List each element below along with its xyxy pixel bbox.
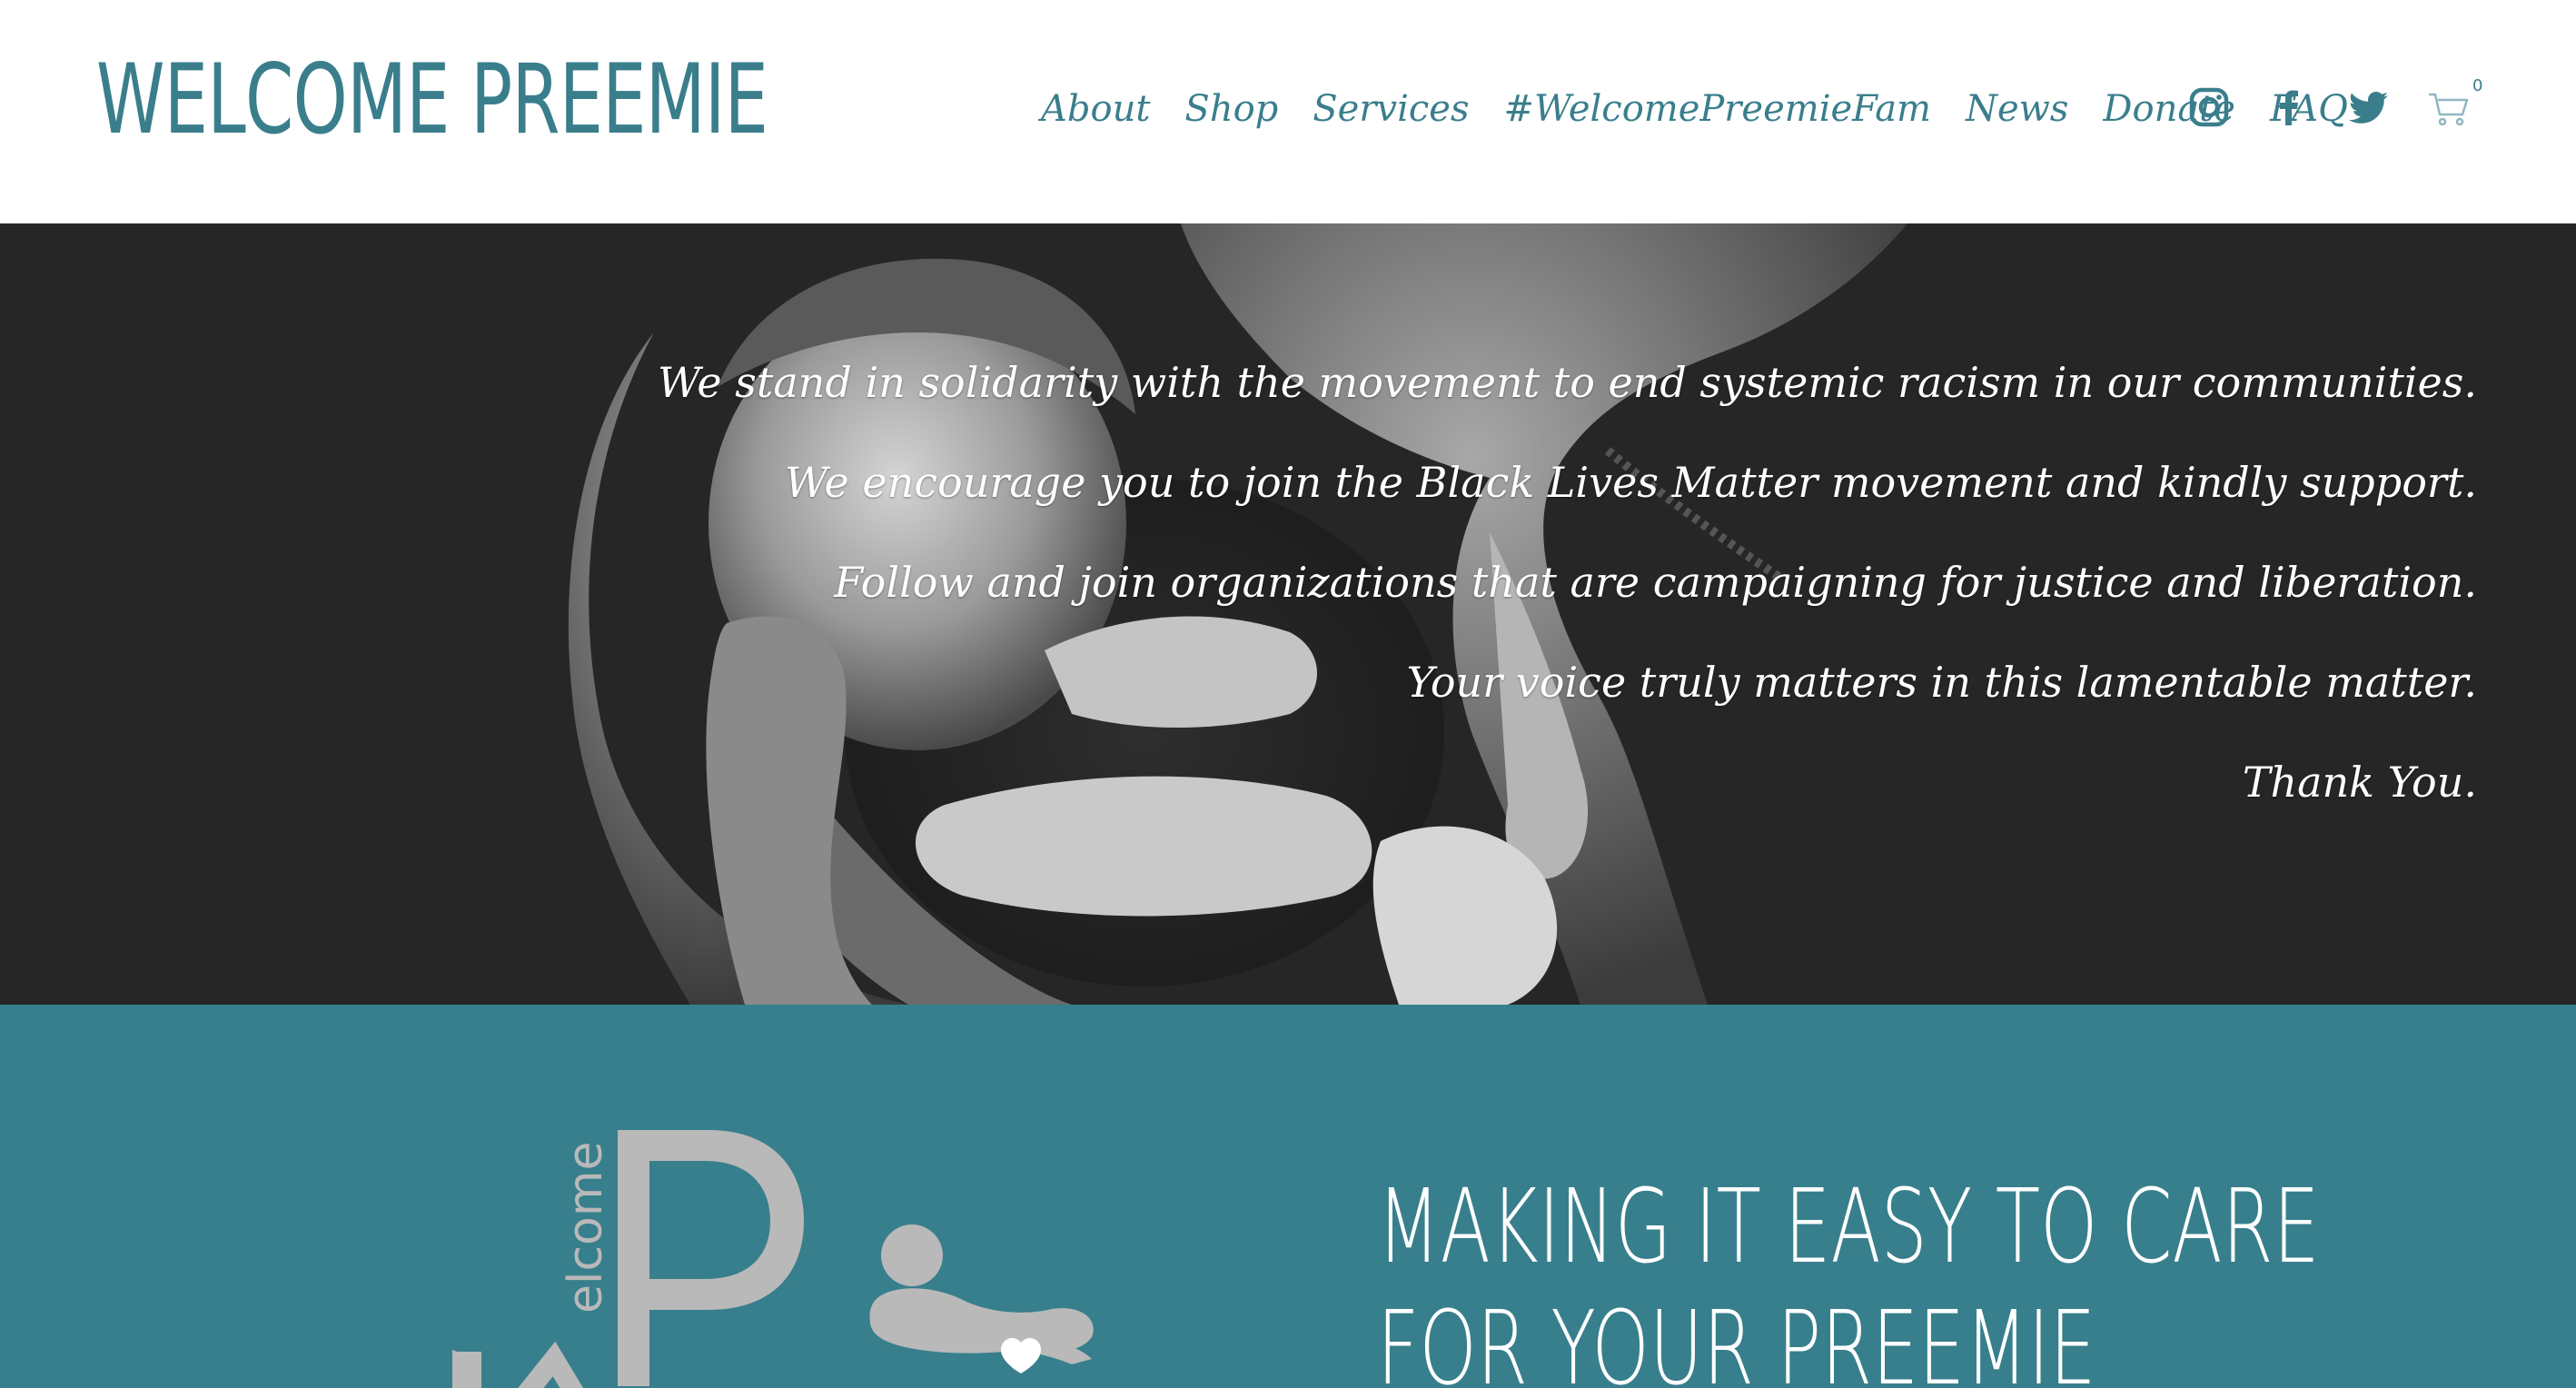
nav-about[interactable]: About: [1041, 88, 1150, 130]
hero-statement: We stand in solidarity with the movement…: [658, 332, 2477, 832]
cart-icon[interactable]: [2427, 85, 2471, 129]
tagline-line-2: FOR YOUR PREEMIE: [1377, 1290, 2096, 1388]
nav-services[interactable]: Services: [1313, 88, 1469, 130]
hero-line-2: We encourage you to join the Black Lives…: [785, 458, 2477, 507]
section-tagline: MAKING IT EASY TO CARE FOR YOUR PREEMIE: [1377, 1166, 2320, 1388]
social-icons: [2187, 85, 2471, 129]
nav-news[interactable]: News: [1966, 88, 2068, 130]
tagline-line-1: MAKING IT EASY TO CARE: [1377, 1168, 2320, 1286]
intro-section: elcome MAKING IT EASY TO CARE FOR YOUR P…: [0, 1005, 2576, 1388]
twitter-icon[interactable]: [2347, 85, 2391, 129]
nav-shop[interactable]: Shop: [1184, 88, 1278, 130]
instagram-icon[interactable]: [2187, 85, 2231, 129]
logo-mark-elcome: elcome: [559, 1142, 613, 1314]
cart-count-badge: 0: [2472, 76, 2483, 95]
site-header: WELCOME PREEMIE About Shop Services #Wel…: [0, 0, 2576, 223]
hero-line-3: Follow and join organizations that are c…: [834, 558, 2477, 607]
hero-line-1: We stand in solidarity with the movement…: [657, 358, 2477, 407]
nav-welcomepreemiefam[interactable]: #WelcomePreemieFam: [1503, 88, 1931, 130]
hero-line-4: Your voice truly matters in this lamenta…: [1406, 658, 2477, 707]
facebook-icon[interactable]: [2267, 85, 2311, 129]
hero-banner: We stand in solidarity with the movement…: [0, 223, 2576, 1005]
site-logo[interactable]: WELCOME PREEMIE: [96, 46, 768, 154]
hero-line-5: Thank You.: [2242, 758, 2477, 807]
welcome-preemie-logo-mark: elcome: [452, 1130, 1094, 1388]
main-nav: About Shop Services #WelcomePreemieFam N…: [1041, 80, 2383, 138]
